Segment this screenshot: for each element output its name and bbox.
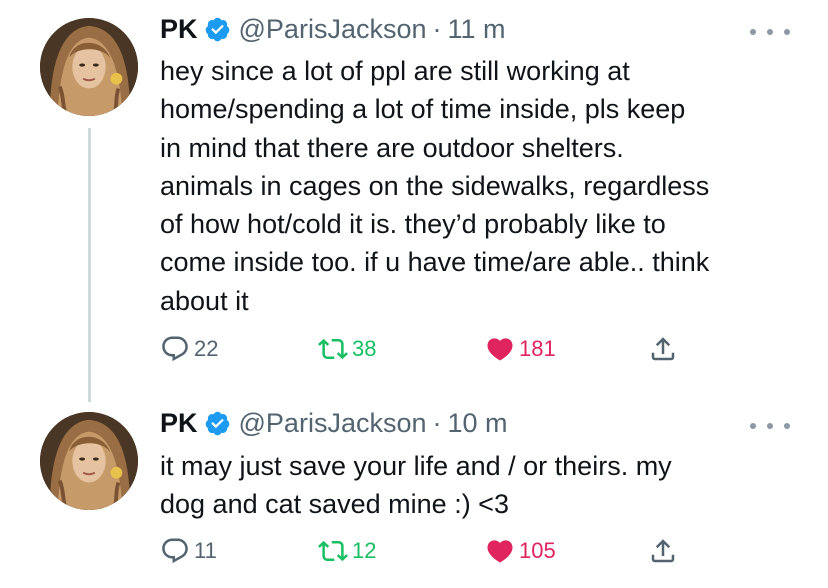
like-button[interactable]: 105	[485, 536, 556, 566]
tweet-header: PK @ParisJackson · 11 m	[160, 14, 506, 45]
user-handle[interactable]: @ParisJackson	[239, 408, 427, 439]
reply-icon	[162, 336, 188, 362]
retweet-count: 12	[352, 538, 377, 563]
share-icon	[651, 539, 675, 563]
thread-connector-line	[88, 128, 91, 402]
timestamp[interactable]: 11 m	[448, 14, 506, 45]
share-icon	[651, 337, 675, 361]
more-options-icon[interactable]	[750, 416, 790, 436]
like-count: 105	[519, 538, 556, 563]
like-icon	[487, 338, 513, 361]
retweet-button[interactable]: 12	[318, 536, 376, 566]
like-button[interactable]: 181	[485, 334, 556, 364]
like-icon	[487, 540, 513, 563]
tweet-header: PK @ParisJackson · 10 m	[160, 408, 508, 439]
retweet-count: 38	[352, 336, 377, 361]
share-button[interactable]	[648, 334, 682, 364]
tweet-text-line: home/spending a lot of time inside, pls …	[160, 94, 686, 125]
tweet-text-line: of how hot/cold it is. they’d probably l…	[160, 209, 666, 240]
retweet-icon	[318, 540, 348, 562]
tweet-text-line: about it	[160, 285, 249, 316]
reply-count: 22	[194, 336, 219, 361]
tweet-text-line: it may just save your life and / or thei…	[160, 451, 672, 481]
tweet-text: hey since a lot of ppl are still working…	[160, 52, 800, 320]
tweet-text-line: hey since a lot of ppl are still working…	[160, 56, 630, 86]
user-handle[interactable]: @ParisJackson	[239, 14, 427, 45]
retweet-button[interactable]: 38	[318, 334, 376, 364]
verified-badge-icon	[205, 411, 229, 436]
separator-dot: ·	[432, 408, 442, 438]
reply-count: 11	[194, 538, 217, 563]
tweet-text-line: come inside too. if u have time/are able…	[160, 247, 710, 278]
tweet-text-line: in mind that there are outdoor shelters.	[160, 132, 624, 163]
retweet-icon	[318, 338, 348, 360]
more-options-icon[interactable]	[750, 22, 790, 42]
tweet-text-line: dog and cat saved mine :) <3	[160, 489, 509, 520]
avatar[interactable]	[40, 18, 138, 116]
separator-dot: ·	[432, 14, 442, 44]
timestamp[interactable]: 10 m	[448, 408, 508, 439]
verified-badge-icon	[205, 17, 229, 42]
like-count: 181	[519, 336, 556, 361]
reply-button[interactable]: 11	[160, 536, 217, 566]
tweet-actions: 22 38 181	[160, 334, 690, 370]
tweet-text-line: animals in cages on the sidewalks, regar…	[160, 170, 710, 201]
tweet-actions: 11 12 105	[160, 536, 690, 572]
tweet-text: it may just save your life and / or thei…	[160, 447, 800, 524]
reply-icon	[162, 538, 188, 564]
avatar-image	[40, 18, 138, 116]
avatar-image	[40, 412, 138, 510]
avatar[interactable]	[40, 412, 138, 510]
display-name[interactable]: PK	[160, 14, 198, 45]
display-name[interactable]: PK	[160, 408, 198, 439]
reply-button[interactable]: 22	[160, 334, 218, 364]
share-button[interactable]	[648, 536, 682, 566]
